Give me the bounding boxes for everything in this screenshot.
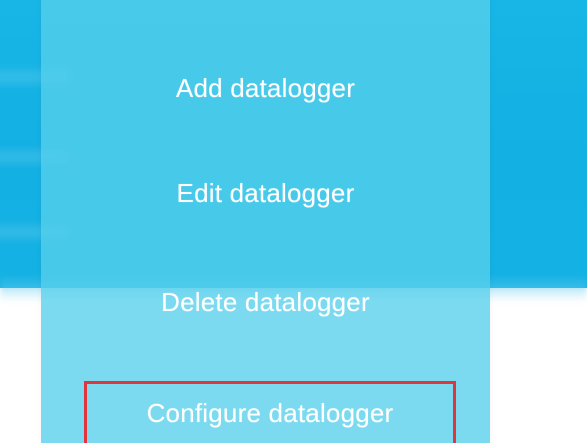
menu-item-label: Edit datalogger — [176, 177, 355, 208]
screen: Add datalogger Edit datalogger Delete da… — [0, 0, 587, 443]
menu-item-label: Configure datalogger — [146, 398, 394, 428]
menu-item-label: Add datalogger — [175, 72, 356, 103]
menu-item-configure-datalogger[interactable]: Configure datalogger — [84, 381, 456, 443]
menu-item-delete-datalogger[interactable]: Delete datalogger — [41, 272, 490, 332]
menu-item-add-datalogger[interactable]: Add datalogger — [41, 58, 490, 118]
datalogger-dropdown-menu: Add datalogger Edit datalogger Delete da… — [41, 0, 490, 443]
menu-item-label: Delete datalogger — [161, 286, 370, 317]
menu-item-edit-datalogger[interactable]: Edit datalogger — [41, 163, 490, 223]
